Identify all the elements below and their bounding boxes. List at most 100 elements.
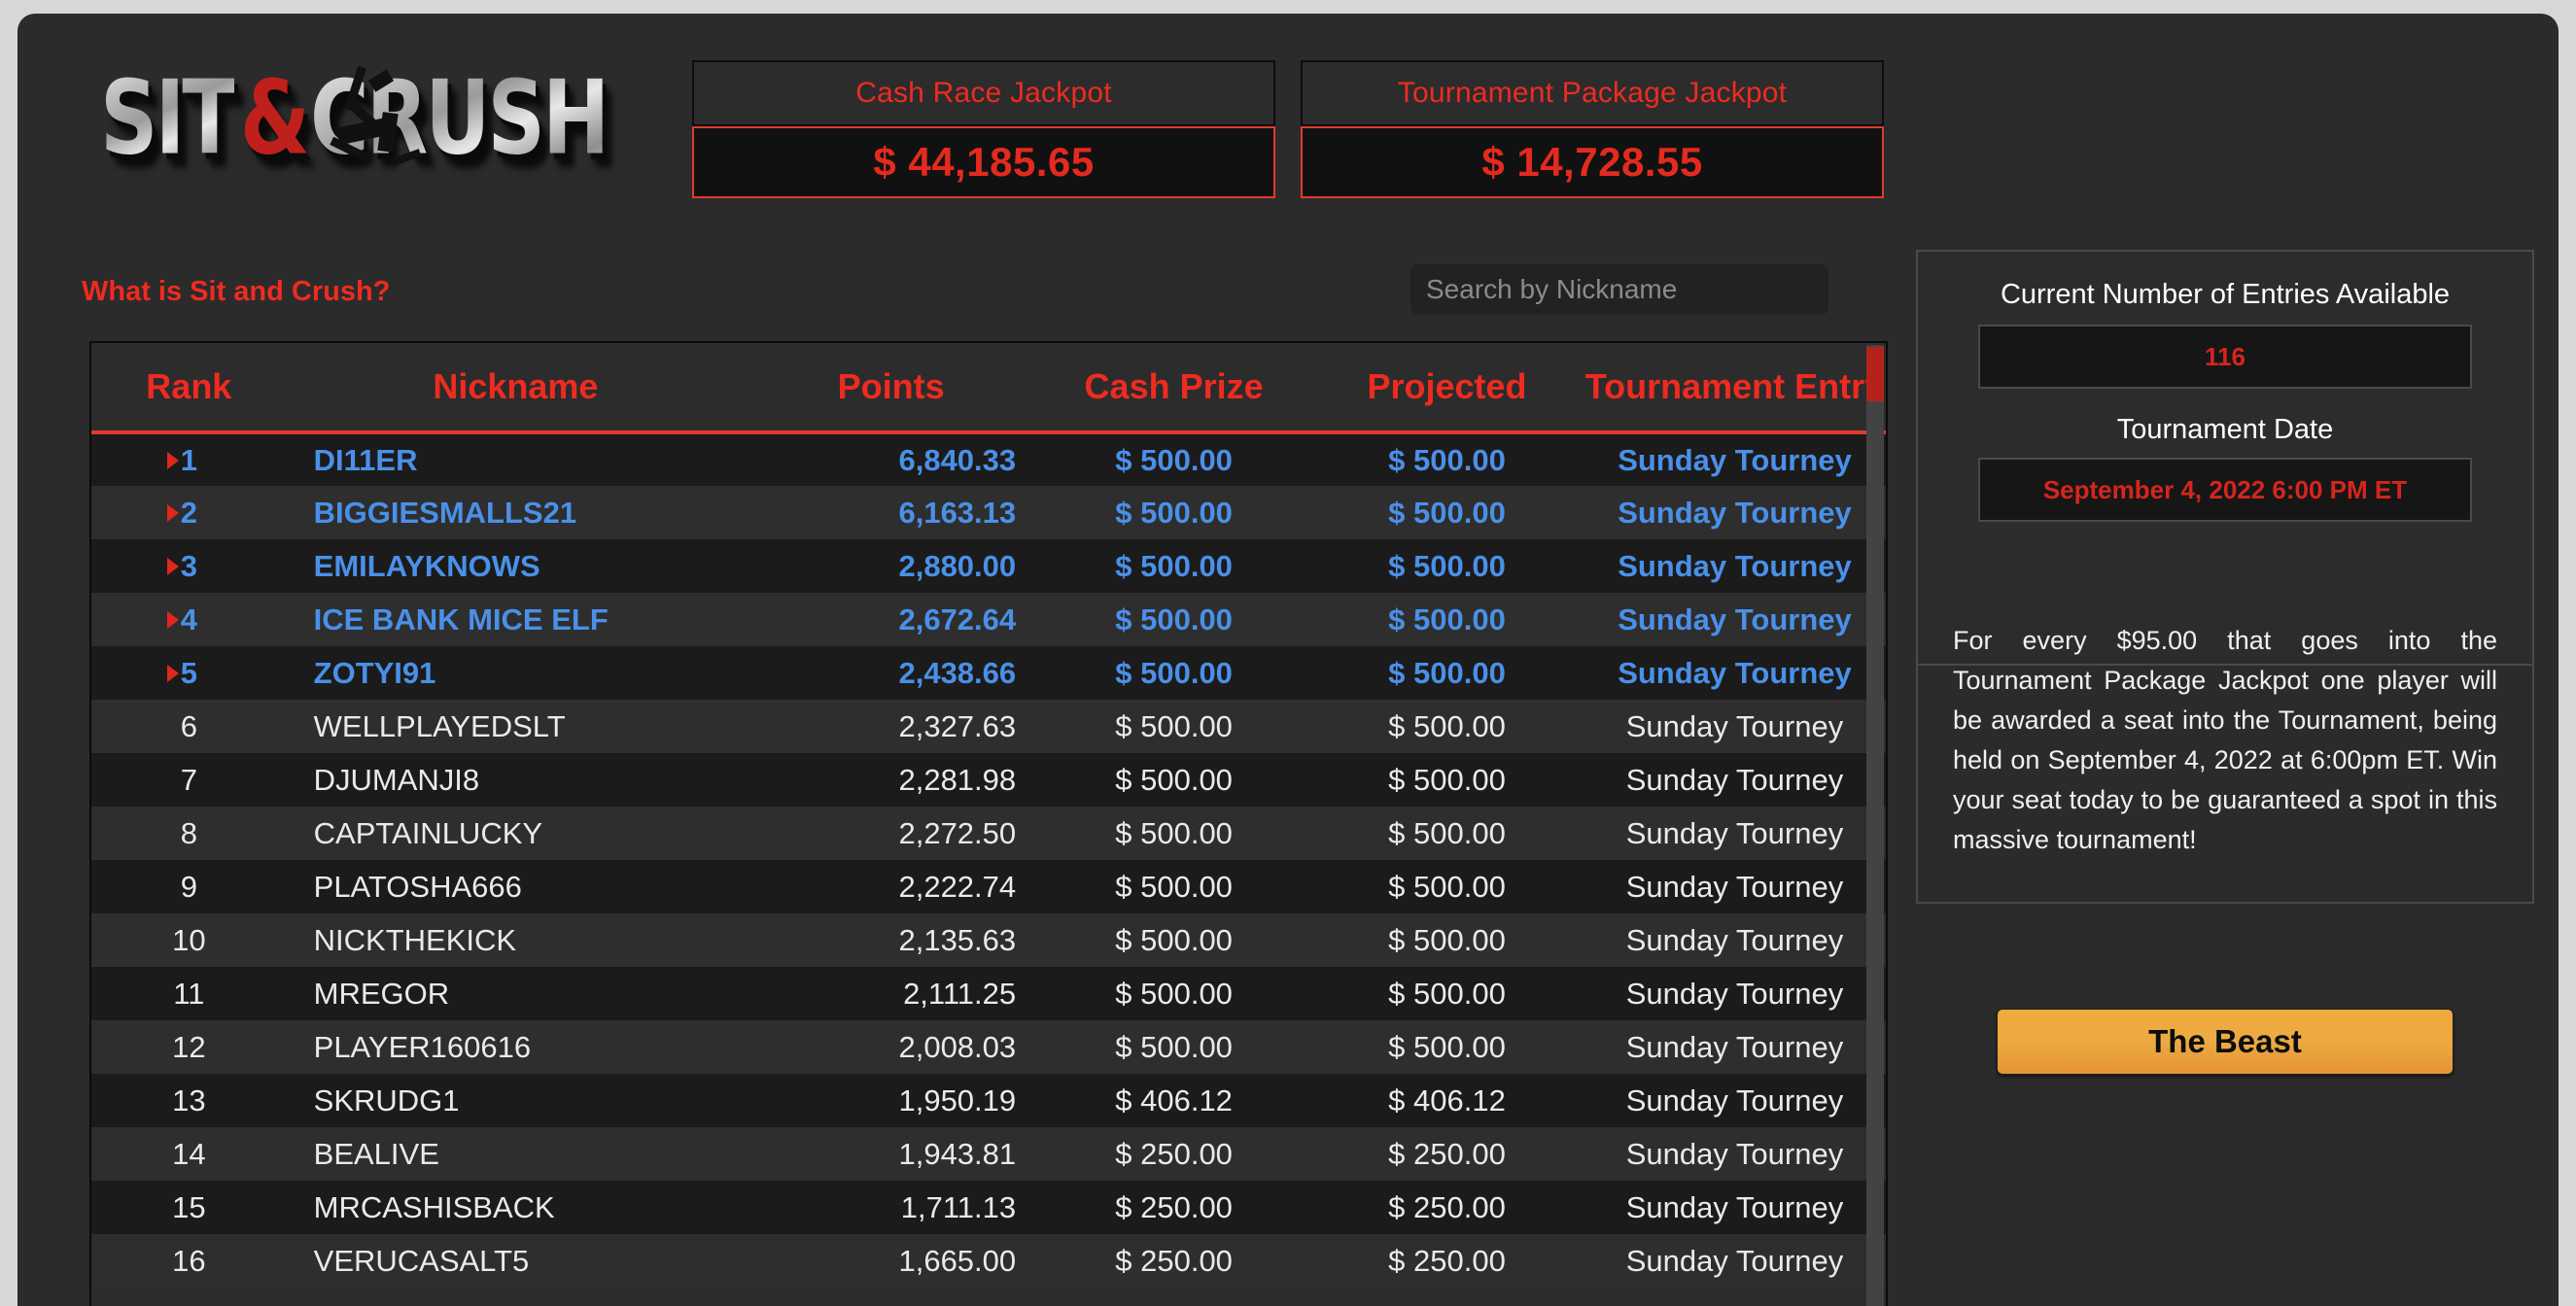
cell-tournament-entry: Sunday Tourney	[1583, 432, 1886, 486]
cell-points: 6,840.33	[745, 432, 1038, 486]
cell-nickname: BIGGIESMALLS21	[286, 486, 746, 539]
rank-value: 4	[180, 601, 197, 636]
cell-cash-prize: $ 406.12	[1037, 1074, 1311, 1127]
rank-value: 1	[180, 442, 197, 477]
cell-rank: 2	[91, 486, 287, 539]
cell-points: 1,943.81	[745, 1127, 1038, 1181]
cell-nickname: DJUMANJI8	[286, 753, 746, 807]
table-row[interactable]: 2 BIGGIESMALLS21 6,163.13 $ 500.00 $ 500.00 S…	[91, 486, 1886, 539]
rank-value: 10	[172, 922, 206, 957]
tournament-package-jackpot-label: Tournament Package Jackpot	[1397, 77, 1788, 109]
cell-tournament-entry: Sunday Tourney	[1583, 967, 1886, 1020]
cell-cash-prize: $ 250.00	[1037, 1234, 1311, 1288]
cell-projected: $ 500.00	[1310, 1020, 1584, 1074]
cell-rank: 8	[91, 807, 287, 860]
cell-projected: $ 406.12	[1310, 1074, 1584, 1127]
rank-value: 3	[180, 548, 197, 583]
cell-points: 2,008.03	[745, 1020, 1038, 1074]
cell-projected: $ 500.00	[1310, 860, 1584, 913]
cell-rank: 13	[91, 1074, 287, 1127]
cell-points: 2,111.25	[745, 967, 1038, 1020]
column-header-points[interactable]: Points	[745, 343, 1038, 434]
table-row[interactable]: 6 WELLPLAYEDSLT 2,327.63 $ 500.00 $ 500.00 Su…	[91, 700, 1886, 753]
cell-rank: 11	[91, 967, 287, 1020]
cell-rank: 4	[91, 593, 287, 646]
entries-available-label: Current Number of Entries Available	[2000, 279, 2451, 310]
cell-tournament-entry: Sunday Tourney	[1583, 1127, 1886, 1181]
rank-marker-triangle-icon	[167, 503, 179, 522]
cash-race-jackpot-value: $ 44,185.65	[873, 139, 1095, 185]
what-is-sit-and-crush-link[interactable]: What is Sit and Crush?	[82, 276, 390, 308]
table-row[interactable]: 9 PLATOSHA666 2,222.74 $ 500.00 $ 500.00 Sund…	[91, 860, 1886, 913]
cell-rank: 10	[91, 913, 287, 967]
table-row[interactable]: 13 SKRUDG1 1,950.19 $ 406.12 $ 406.12 Sunday …	[91, 1074, 1886, 1127]
cash-race-jackpot-value-box: $ 44,185.65	[692, 126, 1275, 198]
cell-rank: 15	[91, 1181, 287, 1234]
cell-projected: $ 500.00	[1310, 593, 1584, 646]
cell-cash-prize: $ 500.00	[1037, 860, 1311, 913]
cell-nickname: EMILAYKNOWS	[286, 539, 746, 593]
column-header-rank[interactable]: Rank	[91, 343, 287, 434]
cell-projected: $ 500.00	[1310, 967, 1584, 1020]
cell-tournament-entry: Sunday Tourney	[1583, 593, 1886, 646]
cell-projected: $ 500.00	[1310, 753, 1584, 807]
sit-and-crush-logo: SIT&CRUSH	[100, 59, 664, 178]
cell-tournament-entry: Sunday Tourney	[1583, 646, 1886, 700]
table-row[interactable]: 1 DI11ER 6,840.33 $ 500.00 $ 500.00 Sunday To…	[91, 432, 1886, 486]
cell-projected: $ 250.00	[1310, 1181, 1584, 1234]
table-scrollbar-track[interactable]	[1866, 345, 1884, 1306]
table-row[interactable]: 5 ZOTYI91 2,438.66 $ 500.00 $ 500.00 Sunday T…	[91, 646, 1886, 700]
cell-projected: $ 250.00	[1310, 1234, 1584, 1288]
tournament-package-jackpot-card: Tournament Package Jackpot $ 14,728.55	[1301, 60, 1884, 198]
cell-rank: 5	[91, 646, 287, 700]
cell-tournament-entry: Sunday Tourney	[1583, 753, 1886, 807]
cell-rank: 1	[91, 432, 287, 486]
cell-cash-prize: $ 500.00	[1037, 913, 1311, 967]
cell-points: 1,950.19	[745, 1074, 1038, 1127]
table-row[interactable]: 16 VERUCASALT5 1,665.00 $ 250.00 $ 250.00 Sun…	[91, 1234, 1886, 1288]
table-row[interactable]: 14 BEALIVE 1,943.81 $ 250.00 $ 250.00 Sunday …	[91, 1127, 1886, 1181]
cell-projected: $ 500.00	[1310, 807, 1584, 860]
table-row[interactable]: 12 PLAYER160616 2,008.03 $ 500.00 $ 500.00 Su…	[91, 1020, 1886, 1074]
the-beast-button[interactable]: The Beast	[1997, 1009, 2454, 1075]
cell-rank: 9	[91, 860, 287, 913]
search-input[interactable]	[1410, 264, 1828, 315]
cell-points: 2,438.66	[745, 646, 1038, 700]
cell-projected: $ 500.00	[1310, 646, 1584, 700]
cell-tournament-entry: Sunday Tourney	[1583, 1074, 1886, 1127]
cell-projected: $ 500.00	[1310, 700, 1584, 753]
cell-nickname: CAPTAINLUCKY	[286, 807, 746, 860]
cell-tournament-entry: Sunday Tourney	[1583, 539, 1886, 593]
cell-points: 1,711.13	[745, 1181, 1038, 1234]
rank-value: 5	[180, 655, 197, 690]
cell-cash-prize: $ 500.00	[1037, 646, 1311, 700]
table-scrollbar-thumb[interactable]	[1866, 347, 1884, 401]
cell-rank: 3	[91, 539, 287, 593]
column-header-cash-prize[interactable]: Cash Prize	[1037, 343, 1311, 434]
column-header-tournament-entry[interactable]: Tournament Entry	[1583, 343, 1886, 434]
table-header-row: Rank Nickname Points Cash Prize Projecte…	[91, 343, 1886, 434]
rank-value: 12	[172, 1029, 206, 1064]
table-row[interactable]: 4 ICE BANK MICE ELF 2,672.64 $ 500.00 $ 500.…	[91, 593, 1886, 646]
cell-cash-prize: $ 500.00	[1037, 1020, 1311, 1074]
column-header-projected[interactable]: Projected	[1310, 343, 1584, 434]
table-row[interactable]: 11 MREGOR 2,111.25 $ 500.00 $ 500.00 Sunday T…	[91, 967, 1886, 1020]
cell-points: 2,272.50	[745, 807, 1038, 860]
table-row[interactable]: 8 CAPTAINLUCKY 2,272.50 $ 500.00 $ 500.00 Sun…	[91, 807, 1886, 860]
cell-projected: $ 500.00	[1310, 486, 1584, 539]
cell-nickname: SKRUDG1	[286, 1074, 746, 1127]
table-row[interactable]: 7 DJUMANJI8 2,281.98 $ 500.00 $ 500.00 Sunday…	[91, 753, 1886, 807]
cell-tournament-entry: Sunday Tourney	[1583, 486, 1886, 539]
table-row[interactable]: 3 EMILAYKNOWS 2,880.00 $ 500.00 $ 500.00 Sund…	[91, 539, 1886, 593]
rank-value: 11	[173, 976, 205, 1011]
column-header-nickname[interactable]: Nickname	[286, 343, 746, 434]
cell-rank: 6	[91, 700, 287, 753]
cell-cash-prize: $ 500.00	[1037, 967, 1311, 1020]
rank-value: 6	[180, 708, 197, 743]
cell-projected: $ 500.00	[1310, 539, 1584, 593]
cell-nickname: PLATOSHA666	[286, 860, 746, 913]
table-row[interactable]: 15 MRCASHISBACK 1,711.13 $ 250.00 $ 250.00 Su…	[91, 1181, 1886, 1234]
cell-nickname: VERUCASALT5	[286, 1234, 746, 1288]
table-row[interactable]: 10 NICKTHEKICK 2,135.63 $ 500.00 $ 500.00 Sun…	[91, 913, 1886, 967]
rank-value: 8	[180, 815, 197, 850]
